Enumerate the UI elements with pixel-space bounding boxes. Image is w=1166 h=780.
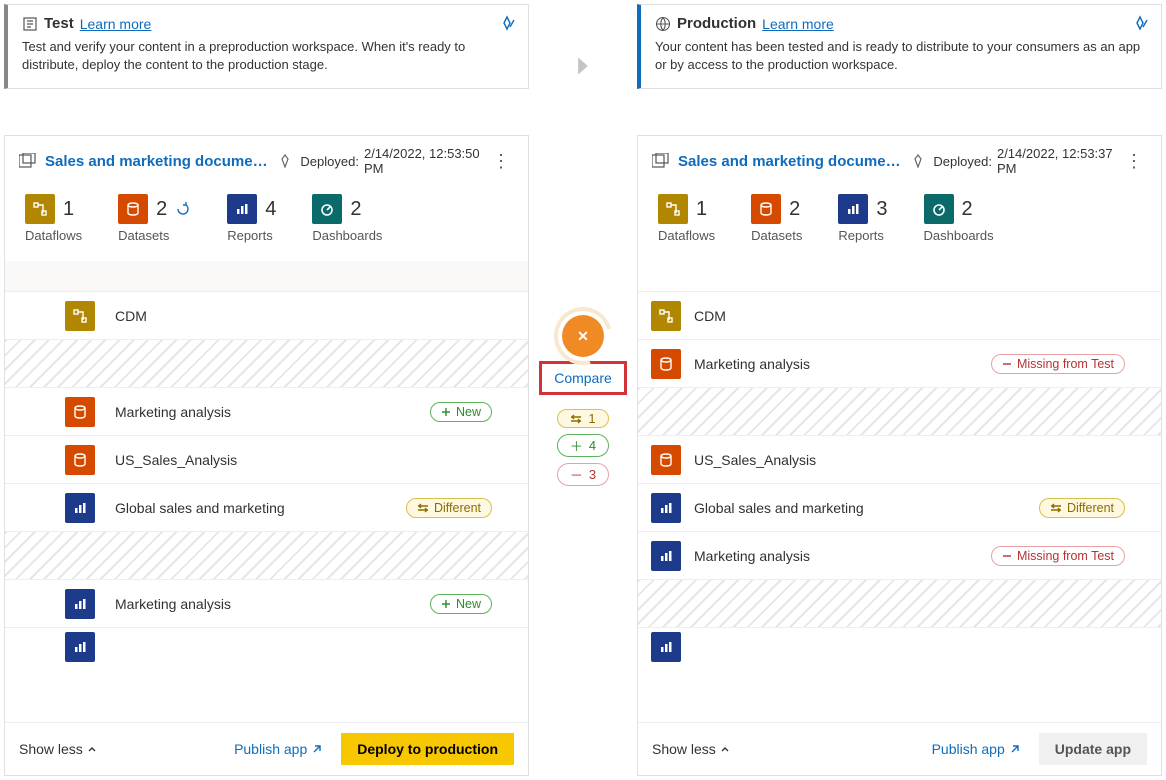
- report-icon: [5, 628, 115, 662]
- list-item[interactable]: CDM: [638, 291, 1161, 339]
- globe-icon: [655, 16, 671, 32]
- premium-icon: [278, 154, 292, 168]
- show-less-prod[interactable]: Show less: [652, 741, 730, 757]
- empty-slot: [638, 579, 1161, 627]
- report-icon: [638, 628, 694, 662]
- report-icon: [638, 493, 694, 523]
- deployed-label-test: Deployed: 2/14/2022, 12:53:50 PM: [300, 146, 480, 176]
- list-item[interactable]: US_Sales_Analysis: [638, 435, 1161, 483]
- stats-row-test: 1 Dataflows 2 Datasets 4 Report: [5, 186, 528, 261]
- item-name: CDM: [694, 308, 1125, 324]
- publish-app-prod[interactable]: Publish app: [932, 741, 1021, 757]
- dataset-icon: [118, 194, 148, 224]
- deploy-to-production-button[interactable]: Deploy to production: [341, 733, 514, 765]
- workspace-name-test[interactable]: Sales and marketing documentati...: [45, 153, 268, 170]
- status-badge: Different: [406, 498, 492, 518]
- list-item-partial: [5, 627, 528, 645]
- list-item[interactable]: CDM: [5, 291, 528, 339]
- show-less-test[interactable]: Show less: [19, 741, 97, 757]
- item-name: Marketing analysis: [115, 596, 430, 612]
- dataflow-icon: [5, 301, 115, 331]
- workspace-card-test: Sales and marketing documentati... Deplo…: [4, 135, 529, 776]
- item-name: Marketing analysis: [694, 548, 991, 564]
- checklist-icon: [22, 16, 38, 32]
- list-item[interactable]: Global sales and marketingDifferent: [5, 483, 528, 531]
- chevron-right-icon: [575, 55, 591, 77]
- dataflow-icon: [638, 301, 694, 331]
- stage-card-production: Production Learn more Your content has b…: [637, 4, 1162, 89]
- list-item[interactable]: Marketing analysisNew: [5, 579, 528, 627]
- compare-diff-pill: 1: [557, 409, 608, 428]
- learn-more-link-test[interactable]: Learn more: [80, 16, 152, 32]
- list-item-partial: [638, 627, 1161, 645]
- item-name: Global sales and marketing: [694, 500, 1039, 516]
- empty-slot: [5, 531, 528, 579]
- list-item[interactable]: Marketing analysisMissing from Test: [638, 531, 1161, 579]
- publish-app-test[interactable]: Publish app: [234, 741, 323, 757]
- item-name: US_Sales_Analysis: [115, 452, 492, 468]
- item-name: US_Sales_Analysis: [694, 452, 1125, 468]
- more-menu-test[interactable]: ⋮: [488, 152, 514, 170]
- workspace-icon: [19, 153, 37, 169]
- item-name: Marketing analysis: [115, 404, 430, 420]
- item-name: Global sales and marketing: [115, 500, 406, 516]
- empty-slot: [5, 339, 528, 387]
- status-badge: New: [430, 594, 492, 614]
- more-menu-prod[interactable]: ⋮: [1121, 152, 1147, 170]
- stage-title-prod: Production: [677, 15, 756, 32]
- compare-button[interactable]: Compare: [539, 361, 627, 395]
- item-name: CDM: [115, 308, 492, 324]
- item-list-prod[interactable]: CDMMarketing analysisMissing from TestUS…: [638, 291, 1161, 722]
- dataset-icon: [5, 445, 115, 475]
- stage-desc-test: Test and verify your content in a prepro…: [22, 38, 512, 74]
- report-icon: [5, 589, 115, 619]
- dashboard-icon: [312, 194, 342, 224]
- status-badge: Different: [1039, 498, 1125, 518]
- status-badge: New: [430, 402, 492, 422]
- status-badge: Missing from Test: [991, 354, 1125, 374]
- stats-row-prod: 1 Dataflows 2 Datasets 3 Reports: [638, 186, 1161, 261]
- report-icon: [227, 194, 257, 224]
- list-item[interactable]: Global sales and marketingDifferent: [638, 483, 1161, 531]
- deployment-rules-icon[interactable]: [498, 15, 516, 33]
- compare-del-pill: －3: [557, 463, 609, 486]
- dashboard-icon: [924, 194, 954, 224]
- premium-icon: [911, 154, 925, 168]
- dataset-icon: [5, 397, 115, 427]
- dataflow-icon: [658, 194, 688, 224]
- deployed-label-prod: Deployed: 2/14/2022, 12:53:37 PM: [933, 146, 1113, 176]
- status-badge: Missing from Test: [991, 546, 1125, 566]
- list-item[interactable]: Marketing analysisNew: [5, 387, 528, 435]
- workspace-card-prod: Sales and marketing documentati... Deplo…: [637, 135, 1162, 776]
- stage-desc-prod: Your content has been tested and is read…: [655, 38, 1145, 74]
- dataflow-icon: [25, 194, 55, 224]
- dataset-icon: [638, 445, 694, 475]
- update-app-button[interactable]: Update app: [1039, 733, 1147, 765]
- dataset-icon: [751, 194, 781, 224]
- list-item[interactable]: US_Sales_Analysis: [5, 435, 528, 483]
- report-icon: [5, 493, 115, 523]
- list-item[interactable]: Marketing analysisMissing from Test: [638, 339, 1161, 387]
- deployment-rules-icon-prod[interactable]: [1131, 15, 1149, 33]
- learn-more-link-prod[interactable]: Learn more: [762, 16, 834, 32]
- item-list-test[interactable]: CDMMarketing analysisNewUS_Sales_Analysi…: [5, 291, 528, 722]
- compare-add-pill: ＋4: [557, 434, 609, 457]
- item-name: Marketing analysis: [694, 356, 991, 372]
- dataset-icon: [638, 349, 694, 379]
- report-icon: [838, 194, 868, 224]
- stage-card-test: Test Learn more Test and verify your con…: [4, 4, 529, 89]
- refresh-icon[interactable]: [175, 201, 191, 217]
- workspace-icon: [652, 153, 670, 169]
- compare-cancel-button[interactable]: ✕: [562, 315, 604, 357]
- workspace-name-prod[interactable]: Sales and marketing documentati...: [678, 153, 901, 170]
- stage-title-test: Test: [44, 15, 74, 32]
- report-icon: [638, 541, 694, 571]
- empty-slot: [638, 387, 1161, 435]
